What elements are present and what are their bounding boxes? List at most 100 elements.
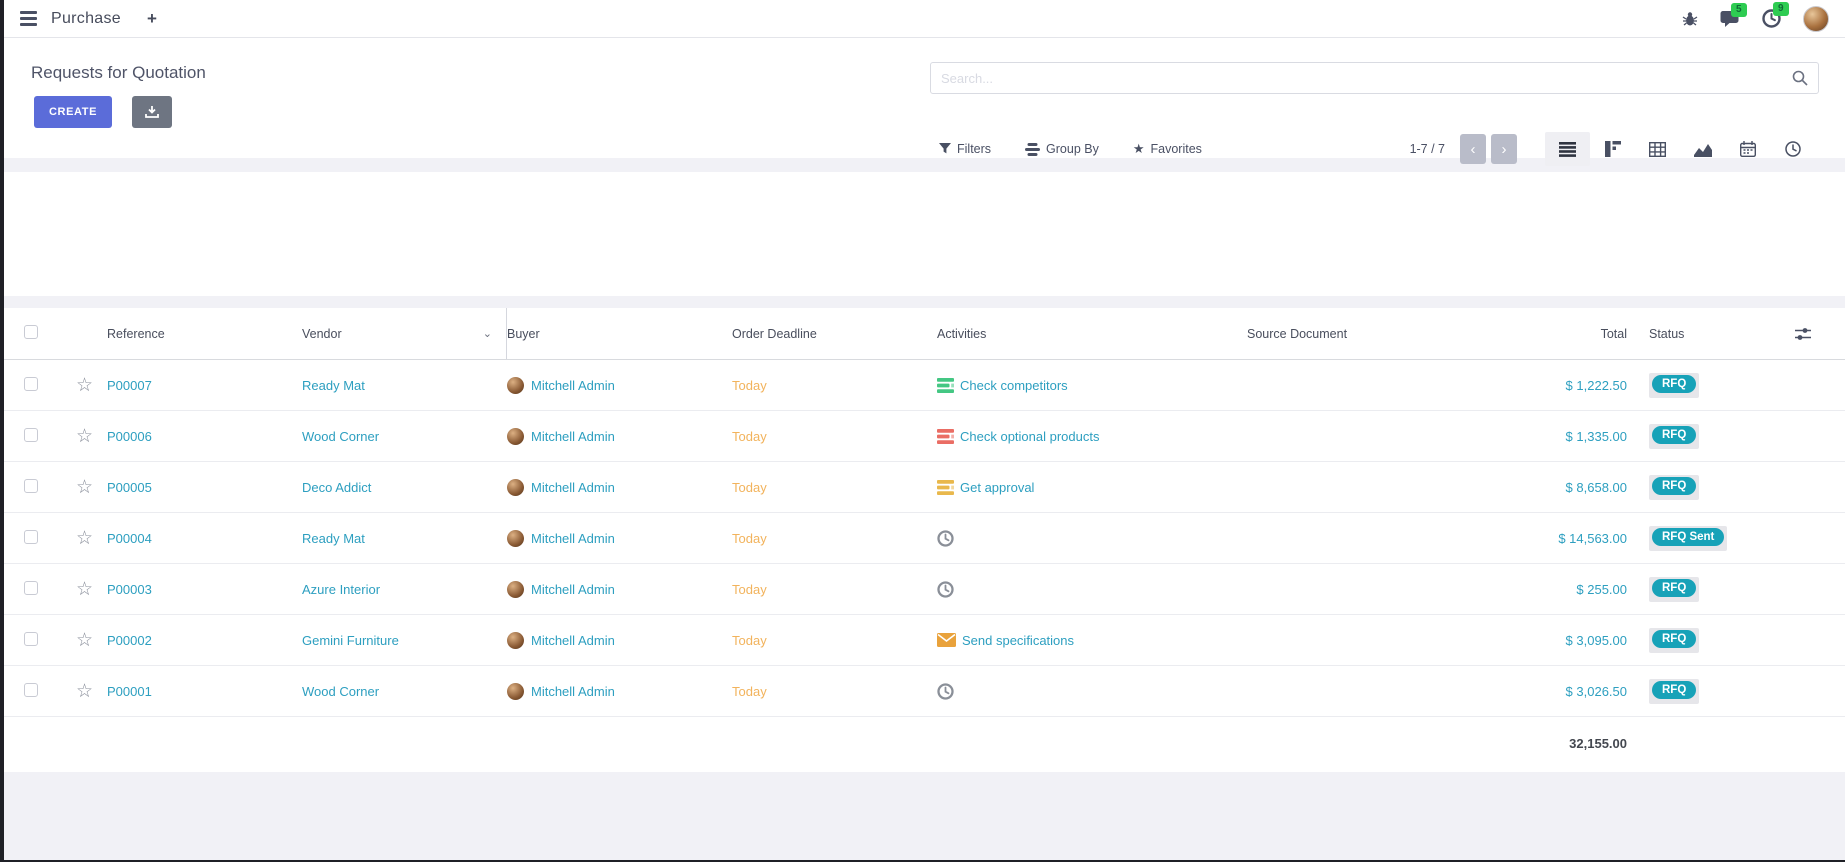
new-tab-button[interactable]: + — [147, 9, 157, 29]
graph-view-button[interactable] — [1680, 132, 1725, 166]
row-checkbox[interactable] — [24, 530, 38, 544]
pivot-view-button[interactable] — [1635, 132, 1680, 166]
calendar-view-button[interactable] — [1725, 132, 1770, 166]
activity-label[interactable]: Send specifications — [962, 633, 1074, 648]
buyer-cell[interactable]: Mitchell Admin — [507, 632, 732, 649]
activity-icon[interactable] — [937, 581, 954, 598]
chevron-down-icon[interactable]: ⌄ — [483, 327, 492, 340]
activity-icon[interactable] — [937, 480, 954, 495]
app-title[interactable]: Purchase — [51, 10, 121, 28]
activity-cell[interactable] — [937, 530, 1247, 547]
favorite-star-icon[interactable]: ☆ — [76, 478, 93, 497]
vendor-link[interactable]: Deco Addict — [302, 462, 507, 512]
activity-cell[interactable]: Send specifications — [937, 633, 1247, 648]
column-header-source-document[interactable]: Source Document — [1247, 327, 1487, 341]
activity-cell[interactable]: Check competitors — [937, 378, 1247, 393]
column-header-order-deadline[interactable]: Order Deadline — [732, 327, 937, 341]
favorites-menu[interactable]: ★ Favorites — [1133, 141, 1202, 157]
favorite-star-icon[interactable]: ☆ — [76, 376, 93, 395]
table-row[interactable]: ☆ P00002 Gemini Furniture Mitchell Admin… — [4, 615, 1845, 666]
activity-icon[interactable] — [937, 633, 956, 647]
reference-link[interactable]: P00004 — [107, 531, 302, 546]
debug-bug-icon[interactable] — [1682, 11, 1698, 27]
create-button[interactable]: CREATE — [34, 96, 112, 128]
kanban-view-button[interactable] — [1590, 132, 1635, 166]
row-checkbox[interactable] — [24, 632, 38, 646]
row-checkbox[interactable] — [24, 479, 38, 493]
activity-label[interactable]: Check optional products — [960, 429, 1099, 444]
column-header-activities[interactable]: Activities — [937, 327, 1247, 341]
buyer-cell[interactable]: Mitchell Admin — [507, 530, 732, 547]
list-view-button[interactable] — [1545, 132, 1590, 166]
favorite-star-icon[interactable]: ☆ — [76, 631, 93, 650]
buyer-cell[interactable]: Mitchell Admin — [507, 377, 732, 394]
reference-link[interactable]: P00005 — [107, 480, 302, 495]
favorite-star-icon[interactable]: ☆ — [76, 529, 93, 548]
reference-link[interactable]: P00003 — [107, 582, 302, 597]
column-header-status[interactable]: Status — [1627, 327, 1777, 341]
vendor-link[interactable]: Azure Interior — [302, 564, 507, 614]
optional-columns-button[interactable] — [1777, 327, 1845, 341]
vendor-link[interactable]: Wood Corner — [302, 666, 507, 716]
order-deadline-cell: Today — [732, 633, 937, 648]
user-avatar[interactable] — [1803, 6, 1829, 32]
table-row[interactable]: ☆ P00006 Wood Corner Mitchell Admin Toda… — [4, 411, 1845, 462]
activity-cell[interactable]: Check optional products — [937, 429, 1247, 444]
search-icon[interactable] — [1792, 70, 1808, 86]
table-row[interactable]: ☆ P00007 Ready Mat Mitchell Admin Today … — [4, 360, 1845, 411]
vendor-link[interactable]: Ready Mat — [302, 360, 507, 410]
favorite-star-icon[interactable]: ☆ — [76, 580, 93, 599]
activity-icon[interactable] — [937, 530, 954, 547]
row-checkbox[interactable] — [24, 581, 38, 595]
row-checkbox[interactable] — [24, 428, 38, 442]
list-view-icon — [1559, 142, 1576, 157]
table-row[interactable]: ☆ P00005 Deco Addict Mitchell Admin Toda… — [4, 462, 1845, 513]
group-by-menu[interactable]: Group By — [1025, 142, 1099, 156]
activity-cell[interactable] — [937, 683, 1247, 700]
activity-icon[interactable] — [937, 378, 954, 393]
activity-label[interactable]: Check competitors — [960, 378, 1068, 393]
row-checkbox[interactable] — [24, 377, 38, 391]
select-all-checkbox[interactable] — [24, 325, 38, 339]
export-button[interactable] — [132, 96, 172, 128]
activities-clock-icon[interactable]: 9 — [1762, 9, 1781, 28]
status-cell: RFQ — [1627, 577, 1777, 602]
activity-cell[interactable] — [937, 581, 1247, 598]
order-deadline-cell: Today — [732, 480, 937, 495]
activity-view-button[interactable] — [1770, 132, 1815, 166]
filters-menu[interactable]: Filters — [939, 142, 991, 156]
column-header-buyer[interactable]: Buyer — [507, 327, 732, 341]
reference-link[interactable]: P00006 — [107, 429, 302, 444]
reference-link[interactable]: P00007 — [107, 378, 302, 393]
table-row[interactable]: ☆ P00004 Ready Mat Mitchell Admin Today … — [4, 513, 1845, 564]
search-input[interactable] — [941, 71, 1792, 86]
pager-previous-button[interactable]: ‹ — [1460, 134, 1486, 164]
table-row[interactable]: ☆ P00003 Azure Interior Mitchell Admin T… — [4, 564, 1845, 615]
activity-icon[interactable] — [937, 429, 954, 444]
table-row[interactable]: ☆ P00001 Wood Corner Mitchell Admin Toda… — [4, 666, 1845, 717]
buyer-cell[interactable]: Mitchell Admin — [507, 428, 732, 445]
favorite-star-icon[interactable]: ☆ — [76, 682, 93, 701]
status-badge: RFQ — [1652, 681, 1696, 699]
reference-link[interactable]: P00002 — [107, 633, 302, 648]
activity-cell[interactable]: Get approval — [937, 480, 1247, 495]
buyer-cell[interactable]: Mitchell Admin — [507, 581, 732, 598]
activity-icon[interactable] — [937, 683, 954, 700]
column-header-total[interactable]: Total — [1487, 327, 1627, 341]
reference-link[interactable]: P00001 — [107, 684, 302, 699]
activity-label[interactable]: Get approval — [960, 480, 1034, 495]
vendor-link[interactable]: Ready Mat — [302, 513, 507, 563]
buyer-avatar — [507, 479, 524, 496]
row-checkbox[interactable] — [24, 683, 38, 697]
vendor-link[interactable]: Gemini Furniture — [302, 615, 507, 665]
messages-icon[interactable]: 5 — [1720, 10, 1740, 28]
table-body: ☆ P00007 Ready Mat Mitchell Admin Today … — [4, 360, 1845, 717]
column-header-vendor[interactable]: Vendor ⌄ — [302, 308, 507, 359]
buyer-cell[interactable]: Mitchell Admin — [507, 683, 732, 700]
column-header-reference[interactable]: Reference — [107, 327, 302, 341]
buyer-cell[interactable]: Mitchell Admin — [507, 479, 732, 496]
pager-next-button[interactable]: › — [1491, 134, 1517, 164]
favorite-star-icon[interactable]: ☆ — [76, 427, 93, 446]
menu-icon[interactable] — [20, 11, 37, 26]
vendor-link[interactable]: Wood Corner — [302, 411, 507, 461]
